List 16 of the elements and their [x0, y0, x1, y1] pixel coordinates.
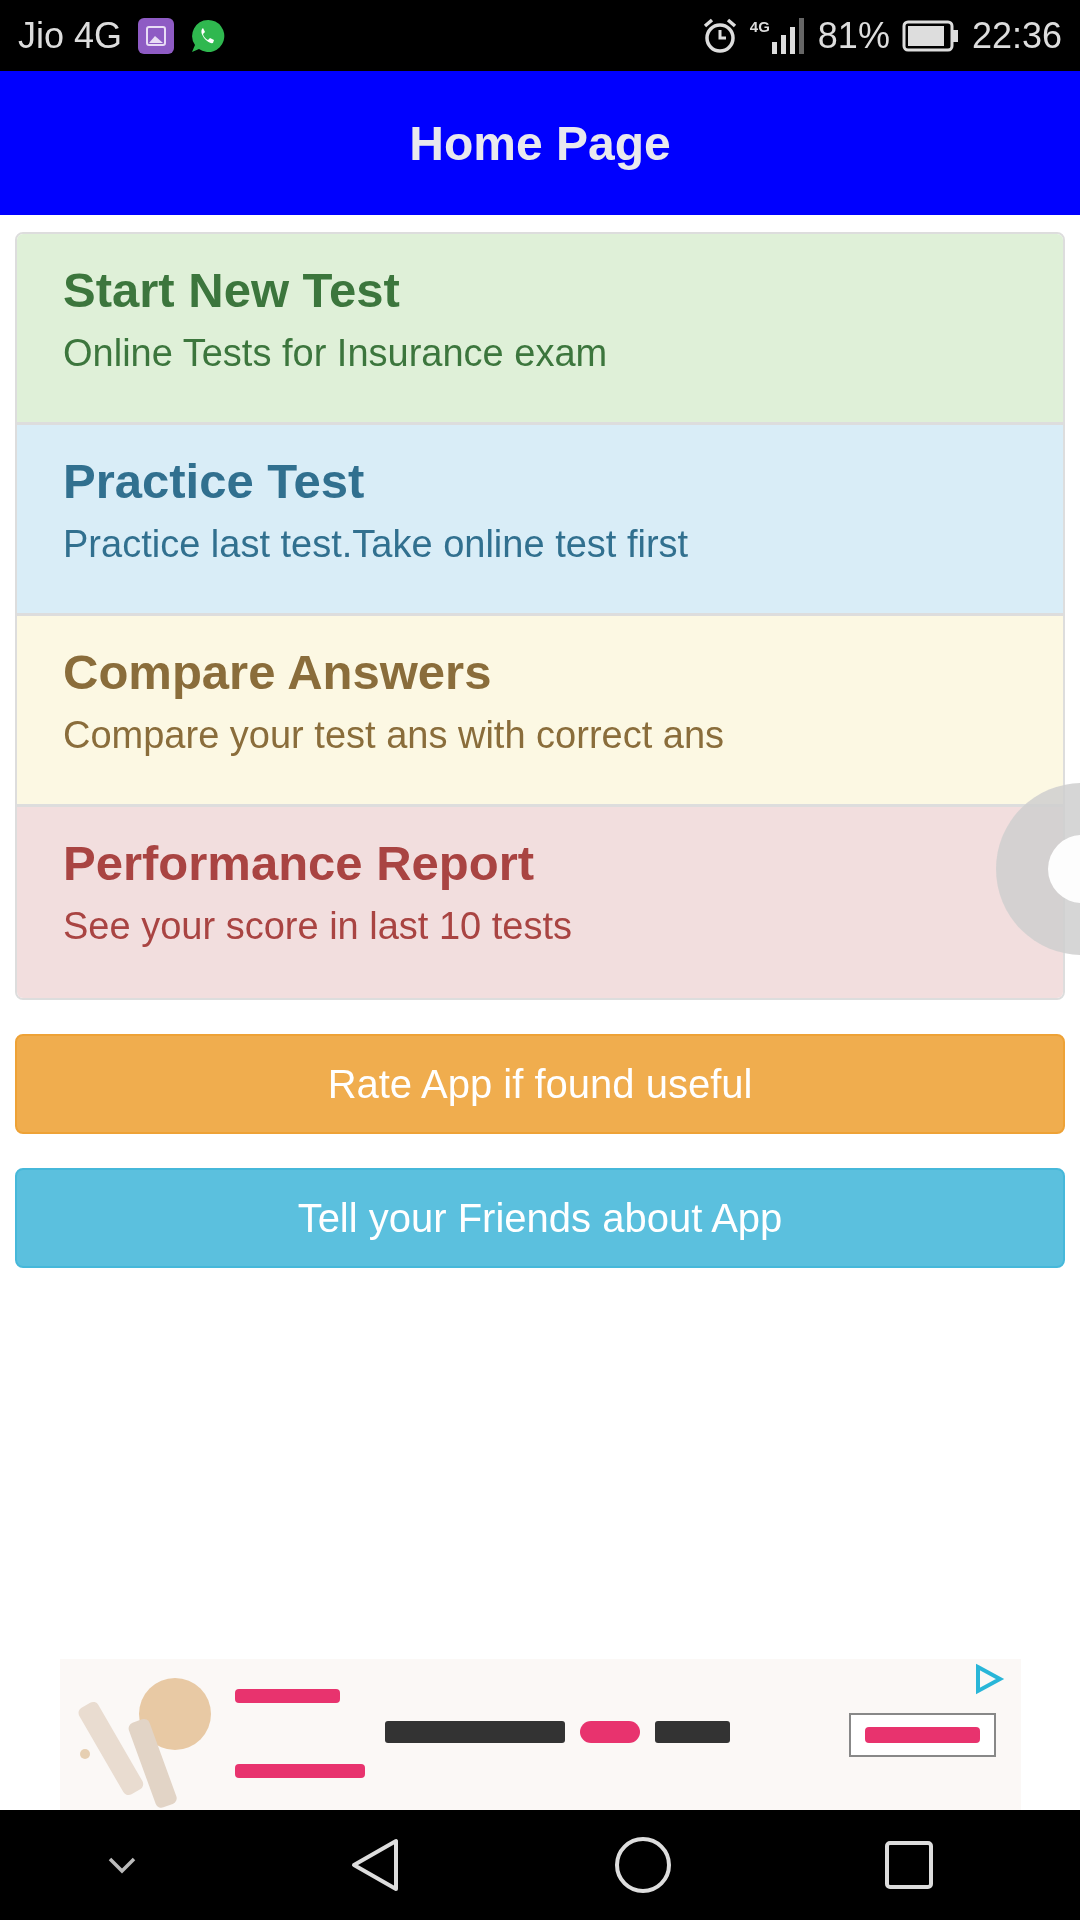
- menu-item[interactable]: Performance Report See your score in last 10 tests: [17, 807, 1063, 998]
- page-title: Home Page: [409, 115, 671, 171]
- menu-item[interactable]: Compare Answers Compare your test ans with correct ans: [17, 616, 1063, 807]
- chevron-down-icon[interactable]: [106, 1856, 137, 1874]
- battery-icon: [901, 19, 960, 52]
- recent-apps-icon[interactable]: [885, 1841, 934, 1889]
- battery-percent: 81%: [817, 14, 890, 57]
- gallery-icon: [138, 17, 175, 54]
- chat-icon: [190, 17, 227, 54]
- menu-item[interactable]: Start New Test Online Tests for Insurance exam: [17, 234, 1063, 425]
- menu-item[interactable]: Practice Test Practice last test.Take online test first: [17, 425, 1063, 616]
- alarm-icon: [701, 16, 738, 55]
- home-icon[interactable]: [613, 1836, 672, 1894]
- clock-time: 22:36: [971, 14, 1062, 57]
- carrier-name: Jio 4G: [18, 14, 123, 57]
- back-icon[interactable]: [350, 1838, 401, 1892]
